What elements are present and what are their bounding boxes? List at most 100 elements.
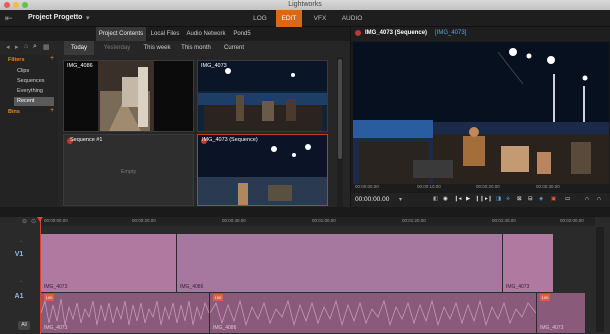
- clip-label: IMG_4086: [213, 325, 237, 331]
- audio-clip[interactable]: 100 IMG_4073: [537, 293, 585, 333]
- insert-icon[interactable]: ⎀: [506, 196, 510, 203]
- replace-icon[interactable]: ⊟: [528, 196, 533, 202]
- viewer-clip-name: IMG_4073 (Sequence): [365, 30, 428, 36]
- forward-icon[interactable]: ▸: [15, 43, 19, 51]
- clip-tile[interactable]: IMG_4073: [197, 60, 328, 132]
- filter-current[interactable]: Current: [220, 41, 248, 55]
- step-forward-icon[interactable]: ▸❙: [485, 196, 492, 202]
- add-bin-icon[interactable]: +: [50, 107, 54, 114]
- clip-thumbnail: [198, 135, 327, 205]
- tab-project-contents[interactable]: Project Contents: [96, 27, 146, 41]
- audio-track-header[interactable]: A1: [0, 293, 38, 300]
- all-tracks-button[interactable]: All: [18, 321, 30, 330]
- clip-label: IMG_4073: [201, 63, 227, 69]
- search-icon[interactable]: ⌕: [33, 43, 37, 51]
- home-icon[interactable]: ⌂: [24, 43, 28, 50]
- speaker-icon[interactable]: ∩: [597, 196, 601, 202]
- lock-icon[interactable]: ⊙: [31, 218, 36, 225]
- tab-audio[interactable]: AUDIO: [338, 10, 366, 27]
- monitor-icon[interactable]: ▭: [565, 196, 570, 202]
- mark-out-icon[interactable]: ◨: [496, 196, 501, 202]
- browser-scrollbar[interactable]: [337, 57, 343, 207]
- mark-in-icon[interactable]: ◧: [433, 196, 438, 202]
- clip-thumbnail: [198, 61, 327, 131]
- timeline-panel: ⊖ ⊙ 00:00:00.00 00:00:20.00 00:00:40.00 …: [0, 217, 610, 334]
- filter-item-sequences[interactable]: Sequences: [14, 77, 54, 86]
- step-back-icon[interactable]: ❙◂: [454, 196, 461, 202]
- tab-log[interactable]: LOG: [248, 10, 272, 27]
- tab-vfx[interactable]: VFX: [310, 10, 330, 27]
- track-lock-icon[interactable]: ▫: [20, 279, 22, 285]
- pause-icon[interactable]: ❙❙: [475, 196, 484, 202]
- timeline-tick-label: 00:01:40.00: [492, 218, 516, 223]
- clip-label: IMG_4073: [506, 284, 530, 290]
- project-name[interactable]: Project Progetto: [28, 14, 82, 21]
- waveform: [210, 299, 536, 327]
- filter-item-recent[interactable]: Recent: [14, 97, 54, 106]
- filter-today[interactable]: Today: [64, 41, 94, 55]
- video-track-header[interactable]: V1: [0, 251, 38, 258]
- sequence-icon: [355, 30, 361, 36]
- back-icon[interactable]: ◂: [6, 43, 10, 51]
- window-titlebar: Lightworks: [0, 0, 610, 10]
- bins-heading: Bins: [8, 109, 20, 115]
- browser-tabs: Project Contents Local Files Audio Netwo…: [0, 27, 350, 41]
- browser-toolbar: ◂ ▸ ⌂ ⌕ ▦: [0, 41, 60, 55]
- timeline-scrollbar[interactable]: [596, 227, 604, 332]
- record-icon[interactable]: ▣: [551, 196, 556, 202]
- filter-item-clips[interactable]: Clips: [14, 67, 54, 76]
- timeline-tick-label: 00:01:00.00: [312, 218, 336, 223]
- viewer-tick-label: 00:00:20.00: [476, 184, 500, 189]
- viewer-source-name[interactable]: [IMG_4073]: [435, 30, 466, 36]
- zoom-icon[interactable]: ⊖: [22, 218, 27, 225]
- audio-level-badge[interactable]: 100: [540, 294, 550, 301]
- track-lock-icon[interactable]: ▫: [20, 239, 22, 245]
- timeline-tick-label: 00:00:00.00: [44, 218, 68, 223]
- viewer-frame: [353, 42, 609, 184]
- sequence-viewer: IMG_4073 (Sequence) [IMG_4073] 00:00:00.…: [350, 27, 610, 207]
- video-clip[interactable]: IMG_4086: [177, 234, 502, 292]
- clip-label: IMG_4073: [540, 325, 564, 331]
- grid-view-icon[interactable]: ▦: [43, 43, 50, 51]
- tab-audio-network[interactable]: Audio Network: [184, 27, 228, 41]
- clip-thumbnail: [64, 61, 193, 131]
- filter-item-everything[interactable]: Everything: [14, 87, 54, 96]
- filters-heading: Filters: [8, 57, 25, 63]
- tab-local-files[interactable]: Local Files: [148, 27, 182, 41]
- filter-this-week[interactable]: This week: [138, 41, 176, 55]
- timeline-tick-label: 00:00:20.00: [132, 218, 156, 223]
- mark-icon[interactable]: ◉: [443, 196, 448, 202]
- exit-project-icon[interactable]: ⇤: [5, 13, 13, 24]
- clip-tile[interactable]: IMG_4073 (Sequence): [197, 134, 328, 206]
- filter-this-month[interactable]: This month: [176, 41, 216, 55]
- viewer-timecode[interactable]: 00:00:00.00: [355, 196, 389, 203]
- play-icon[interactable]: ▶: [466, 196, 470, 202]
- tab-edit[interactable]: EDIT: [276, 10, 302, 27]
- playhead[interactable]: [37, 217, 43, 334]
- video-clip[interactable]: IMG_4073: [41, 234, 176, 292]
- content-browser: Project Contents Local Files Audio Netwo…: [0, 27, 350, 207]
- audio-clip[interactable]: 100 IMG_4086: [210, 293, 536, 333]
- video-clip[interactable]: IMG_4073: [503, 234, 553, 292]
- clip-tile[interactable]: Sequence #1 Empty: [63, 134, 194, 206]
- project-menu-chevron-icon[interactable]: ▾: [86, 14, 90, 22]
- add-filter-icon[interactable]: +: [50, 55, 54, 62]
- viewer-ruler[interactable]: 00:00:00.00 00:00:10.00 00:00:20.00 00:0…: [351, 184, 610, 192]
- audio-level-badge[interactable]: 100: [213, 294, 223, 301]
- audio-clip[interactable]: 100 IMG_4073: [41, 293, 209, 333]
- date-filter-bar: Today Yesterday This week This month Cur…: [60, 41, 350, 55]
- timecode-dropdown-chevron-icon[interactable]: ▾: [399, 196, 402, 203]
- main-menubar: ⇤ Project Progetto ▾ LOG EDIT VFX AUDIO: [0, 10, 610, 27]
- timeline-ruler[interactable]: 00:00:00.00 00:00:20.00 00:00:40.00 00:0…: [40, 217, 595, 226]
- clip-label: Sequence #1: [70, 137, 103, 143]
- filter-yesterday[interactable]: Yesterday: [98, 41, 136, 55]
- clip-tile[interactable]: IMG_4086: [63, 60, 194, 132]
- lightworks-app: Lightworks ⇤ Project Progetto ▾ LOG EDIT…: [0, 0, 610, 334]
- audio-mark-icon[interactable]: ◈: [539, 196, 543, 202]
- headphones-icon[interactable]: ∩: [585, 196, 589, 202]
- clip-label: IMG_4086: [180, 284, 204, 290]
- clip-label: IMG_4073: [44, 325, 68, 331]
- tab-pond5[interactable]: Pond5: [230, 27, 254, 41]
- delete-icon[interactable]: ⊠: [517, 196, 522, 202]
- audio-level-badge[interactable]: 100: [44, 294, 54, 301]
